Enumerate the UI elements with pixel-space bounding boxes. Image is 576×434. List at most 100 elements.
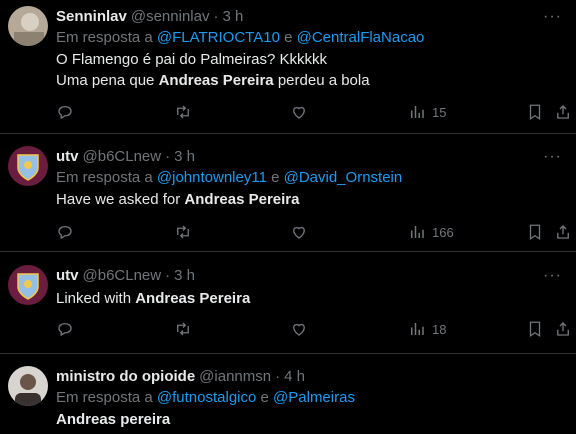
- retweet-button[interactable]: [174, 223, 192, 241]
- like-icon: [293, 226, 305, 239]
- mention-link[interactable]: @FLATRIOCTA10: [157, 29, 280, 46]
- retweet-icon: [177, 225, 189, 239]
- display-name[interactable]: Senninlav: [56, 7, 127, 27]
- avatar[interactable]: [8, 146, 48, 186]
- reply-prefix: Em resposta a: [56, 389, 153, 406]
- highlight-term: Andreas Pereira: [158, 72, 274, 89]
- retweet-icon: [177, 322, 189, 336]
- action-bar: 15: [56, 103, 569, 123]
- separator: ·: [213, 8, 219, 25]
- share-icon: [557, 225, 569, 239]
- timestamp[interactable]: 4 h: [284, 367, 305, 387]
- display-name[interactable]: utv: [56, 266, 79, 286]
- action-bar: 18: [56, 320, 569, 340]
- reply-icon: [58, 226, 72, 240]
- tweet-text-line: O Flamengo é pai do Palmeiras? Kkkkkk: [56, 51, 327, 68]
- like-icon: [293, 323, 305, 336]
- reply-button[interactable]: [56, 320, 74, 338]
- bookmark-icon: [529, 321, 541, 338]
- tweet-text-line: Uma pena que Andreas Pereira perdeu a bo…: [56, 70, 576, 91]
- tweet-header: utv @b6CLnew · 3 h: [56, 266, 576, 286]
- reply-context: Em resposta a @FLATRIOCTA10 e @CentralFl…: [56, 27, 576, 49]
- like-button[interactable]: [290, 320, 308, 338]
- reply-and: e: [260, 389, 269, 406]
- more-icon[interactable]: ···: [543, 268, 562, 284]
- text-segment: perdeu a bola: [277, 72, 370, 89]
- handle[interactable]: @b6CLnew: [83, 147, 162, 167]
- views-button[interactable]: 18: [408, 320, 446, 338]
- timestamp[interactable]: 3 h: [174, 147, 195, 167]
- handle[interactable]: @iannmsn: [199, 367, 271, 387]
- mention-link[interactable]: @johntownley11: [157, 169, 267, 186]
- like-button[interactable]: [290, 103, 308, 121]
- share-button[interactable]: [554, 103, 572, 121]
- tweet-header: utv @b6CLnew · 3 h: [56, 147, 576, 167]
- retweet-button[interactable]: [174, 320, 192, 338]
- mention-link[interactable]: @David_Ornstein: [284, 169, 403, 186]
- tweet-header: ministro do opioide @iannmsn · 4 h: [56, 367, 576, 387]
- bookmark-button[interactable]: [526, 320, 544, 338]
- view-count: 166: [432, 224, 454, 240]
- views-icon: [411, 226, 424, 238]
- timestamp[interactable]: 3 h: [174, 266, 195, 286]
- reply-context: Em resposta a @futnostalgico e @Palmeira…: [56, 387, 576, 409]
- like-icon: [293, 106, 305, 119]
- mention-link[interactable]: @futnostalgico: [157, 389, 256, 406]
- handle[interactable]: @b6CLnew: [83, 266, 162, 286]
- reply-button[interactable]: [56, 223, 74, 241]
- highlight-term: Andreas Pereira: [184, 191, 300, 208]
- tweet-text: Linked with Andreas Pereira: [56, 288, 576, 309]
- avatar[interactable]: [8, 265, 48, 305]
- separator: ·: [275, 368, 281, 385]
- display-name[interactable]: ministro do opioide: [56, 367, 195, 387]
- tweet-header: Senninlav @senninlav · 3 h: [56, 7, 576, 27]
- tweet[interactable]: ministro do opioide @iannmsn · 4 h Em re…: [0, 354, 576, 434]
- share-button[interactable]: [554, 320, 572, 338]
- tweet[interactable]: utv @b6CLnew · 3 h Em resposta a @johnto…: [0, 134, 576, 252]
- views-button[interactable]: 166: [408, 223, 454, 241]
- bookmark-icon: [529, 224, 541, 241]
- views-icon: [411, 106, 424, 118]
- mention-link[interactable]: @Palmeiras: [273, 389, 355, 406]
- reply-button[interactable]: [56, 103, 74, 121]
- tweet[interactable]: Senninlav @senninlav · 3 h Em resposta a…: [0, 0, 576, 134]
- view-count: 18: [432, 321, 447, 337]
- like-button[interactable]: [290, 223, 308, 241]
- retweet-icon: [177, 105, 189, 119]
- view-count: 15: [432, 104, 447, 120]
- timestamp[interactable]: 3 h: [222, 7, 243, 27]
- share-button[interactable]: [554, 223, 572, 241]
- reply-and: e: [284, 29, 293, 46]
- tweet-text: O Flamengo é pai do Palmeiras? Kkkkkk Um…: [56, 49, 576, 91]
- reply-icon: [58, 106, 72, 120]
- views-button[interactable]: 15: [408, 103, 446, 121]
- retweet-button[interactable]: [174, 103, 192, 121]
- display-name[interactable]: utv: [56, 147, 79, 167]
- reply-and: e: [271, 169, 280, 186]
- tweet[interactable]: utv @b6CLnew · 3 h Linked with Andreas P…: [0, 252, 576, 354]
- action-bar: 166: [56, 223, 569, 243]
- share-icon: [557, 105, 569, 119]
- highlight-term: Andreas Pereira: [135, 290, 251, 307]
- tweet-text: Have we asked for Andreas Pereira: [56, 189, 576, 210]
- more-icon[interactable]: ···: [543, 149, 562, 165]
- text-segment: Uma pena que: [56, 72, 155, 89]
- text-segment: Linked with: [56, 290, 132, 307]
- reply-prefix: Em resposta a: [56, 29, 153, 46]
- views-icon: [411, 323, 424, 335]
- bookmark-button[interactable]: [526, 103, 544, 121]
- highlight-term: Andreas pereira: [56, 411, 171, 428]
- avatar[interactable]: [8, 366, 48, 406]
- bookmark-icon: [529, 104, 541, 121]
- reply-context: Em resposta a @johntownley11 e @David_Or…: [56, 167, 576, 189]
- reply-prefix: Em resposta a: [56, 169, 153, 186]
- reply-icon: [58, 323, 72, 337]
- more-icon[interactable]: ···: [543, 9, 562, 25]
- mention-link[interactable]: @CentralFlaNacao: [297, 29, 425, 46]
- share-icon: [557, 322, 569, 336]
- handle[interactable]: @senninlav: [131, 7, 210, 27]
- separator: ·: [165, 148, 171, 165]
- text-segment: Have we asked for: [56, 191, 181, 208]
- bookmark-button[interactable]: [526, 223, 544, 241]
- avatar[interactable]: [8, 6, 48, 46]
